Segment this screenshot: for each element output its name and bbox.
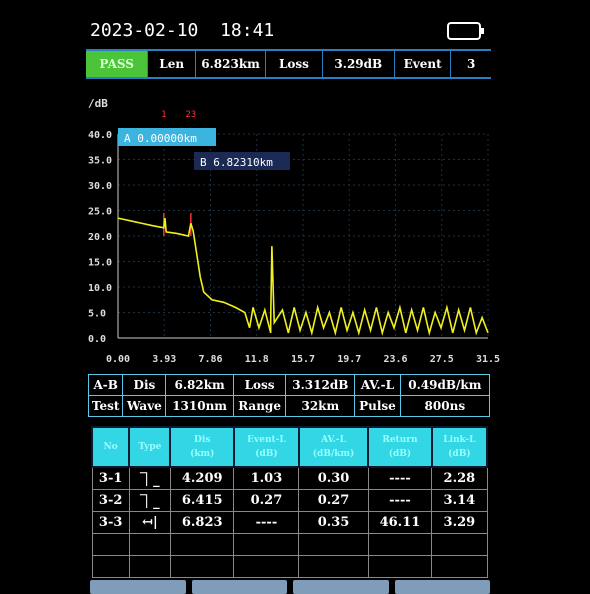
cursor-a-label: A 0.00000km	[124, 132, 197, 145]
x-tick-label: 19.7	[337, 354, 361, 365]
y-tick-label: 35.0	[88, 156, 112, 167]
info-cell: Wave	[122, 395, 167, 417]
y-axis-label: /dB	[88, 97, 108, 110]
cursor-b-label: B 6.82310km	[200, 156, 273, 169]
event-row[interactable]: 3-1 ⏋_ 4.209 1.03 0.30 ---- 2.28	[91, 466, 488, 490]
info-cell: Pulse	[354, 395, 401, 417]
event-cell: ----	[367, 489, 433, 512]
event-column-header: Dis (km)	[169, 426, 235, 468]
x-tick-label: 11.8	[245, 354, 269, 365]
info-cell: 800ns	[399, 395, 491, 417]
empty-cell	[169, 555, 235, 578]
y-tick-label: 0.0	[88, 334, 106, 345]
softkey-4[interactable]	[394, 580, 490, 594]
non-reflective-icon: ⏋_	[128, 466, 171, 490]
x-tick-label: 15.7	[291, 354, 315, 365]
info-cell: 32km	[285, 395, 356, 417]
event-column-header: AV.-L (dB/km)	[297, 426, 370, 468]
event-cell: 3-2	[91, 489, 130, 512]
event-cell: 3-1	[91, 466, 130, 490]
event-row[interactable]: 3-3 ↤| 6.823 ---- 0.35 46.11 3.29	[91, 511, 488, 534]
event-cell: 0.30	[298, 466, 369, 490]
otdr-trace-chart[interactable]: /dB 40.0 35.0 30.0 25.0 20.0 15.0 10.0 5.0 0.00.0…	[0, 0, 590, 370]
measurement-info-table: A-B Dis 6.82km Loss 3.312dB AV.-L 0.49dB/km Tes…	[87, 374, 491, 417]
event-cell: ----	[367, 466, 433, 490]
x-tick-label: 0.00	[106, 354, 130, 365]
info-cell: Loss	[232, 374, 287, 396]
empty-cell	[367, 533, 433, 556]
event-column-header: Link-L (dB)	[430, 426, 489, 468]
softkey-3[interactable]	[293, 580, 389, 594]
empty-cell	[431, 533, 488, 556]
y-tick-label: 20.0	[88, 232, 112, 243]
empty-cell	[233, 533, 300, 556]
info-cell: 0.49dB/km	[399, 374, 491, 396]
event-cell: ----	[233, 511, 300, 534]
event-marker-label: 23	[185, 110, 196, 120]
info-cell: 6.82km	[165, 374, 234, 396]
empty-cell	[128, 533, 171, 556]
event-table: No Type Dis (km) Event-L (dB) AV.-L (dB/km) R…	[90, 426, 489, 578]
info-cell: 1310nm	[165, 395, 234, 417]
info-row: A-B Dis 6.82km Loss 3.312dB AV.-L 0.49dB/km	[87, 374, 491, 396]
event-column-header: Type	[128, 426, 172, 468]
softkey-2[interactable]	[191, 580, 287, 594]
y-tick-label: 25.0	[88, 207, 112, 218]
event-cell: 2.28	[431, 466, 488, 490]
empty-cell	[367, 555, 433, 578]
x-tick-label: 7.86	[198, 354, 222, 365]
event-column-header: Event-L (dB)	[232, 426, 300, 468]
y-tick-label: 40.0	[88, 130, 112, 141]
empty-cell	[298, 533, 369, 556]
y-tick-label: 10.0	[88, 283, 112, 294]
empty-cell	[298, 555, 369, 578]
event-cell: 4.209	[169, 466, 235, 490]
y-tick-label: 5.0	[88, 309, 106, 320]
empty-row	[91, 555, 488, 578]
event-cell: 6.415	[169, 489, 235, 512]
empty-cell	[91, 555, 130, 578]
info-cell: Range	[232, 395, 287, 417]
event-cell: 0.27	[298, 489, 369, 512]
info-cell: Dis	[122, 374, 167, 396]
info-row: Test Wave 1310nm Range 32km Pulse 800ns	[87, 395, 491, 417]
softkey-1[interactable]	[90, 580, 186, 594]
x-tick-label: 27.5	[430, 354, 454, 365]
y-tick-label: 30.0	[88, 181, 112, 192]
event-cell: 3.14	[431, 489, 488, 512]
event-cell: 3.29	[431, 511, 488, 534]
softkey-bar	[90, 580, 490, 594]
fiber-end-icon: ↤|	[128, 511, 171, 534]
empty-row	[91, 533, 488, 556]
empty-cell	[169, 533, 235, 556]
event-column-header: No	[90, 426, 131, 468]
event-marker-label: 1	[161, 110, 166, 120]
x-tick-label: 23.6	[383, 354, 407, 365]
info-cell: Test	[87, 395, 124, 417]
non-reflective-icon: ⏋_	[128, 489, 171, 512]
empty-cell	[91, 533, 130, 556]
empty-cell	[233, 555, 300, 578]
event-row[interactable]: 3-2 ⏋_ 6.415 0.27 0.27 ---- 3.14	[91, 489, 488, 512]
event-cell: 0.35	[298, 511, 369, 534]
x-tick-label: 3.93	[152, 354, 176, 365]
event-cell: 6.823	[169, 511, 235, 534]
info-cell: AV.-L	[354, 374, 401, 396]
event-cell: 0.27	[233, 489, 300, 512]
event-cell: 46.11	[367, 511, 433, 534]
info-cell: 3.312dB	[285, 374, 356, 396]
x-tick-label: 31.5	[476, 354, 500, 365]
info-cell: A-B	[87, 374, 124, 396]
event-cell: 1.03	[233, 466, 300, 490]
empty-cell	[431, 555, 488, 578]
empty-cell	[128, 555, 171, 578]
y-tick-label: 15.0	[88, 258, 112, 269]
event-cell: 3-3	[91, 511, 130, 534]
event-column-header: Return (dB)	[367, 426, 433, 468]
